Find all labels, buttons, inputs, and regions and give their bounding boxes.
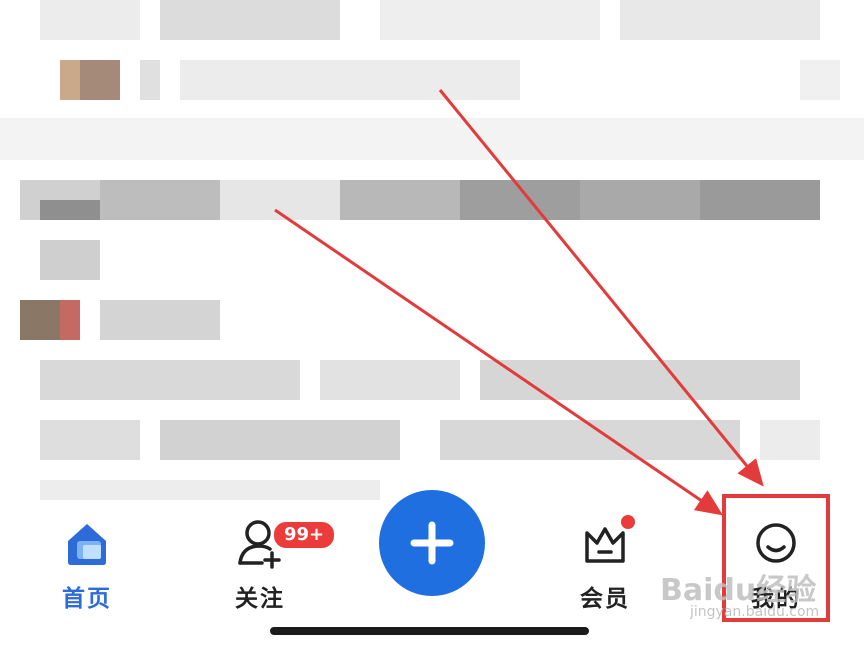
blurred-text (760, 420, 820, 460)
vip-notification-dot (619, 513, 637, 531)
blurred-text (320, 360, 460, 400)
blurred-text (700, 180, 820, 220)
baidu-watermark-url: jingyan.baidu.com (690, 604, 820, 620)
blurred-text (160, 420, 400, 460)
blurred-feed-2 (0, 0, 864, 510)
blurred-text (40, 200, 100, 220)
app-screen: 首页 关注 99+ 会员 我的 Baidu经验 jingyan.baidu.co… (0, 0, 864, 646)
tab-home-label: 首页 (62, 586, 112, 612)
blurred-text (460, 180, 580, 220)
tab-vip[interactable]: 会员 (545, 515, 665, 625)
blurred-text (580, 180, 700, 220)
tab-vip-label: 会员 (580, 586, 630, 612)
blurred-text (100, 180, 220, 220)
blurred-avatar (20, 300, 60, 340)
blurred-avatar (60, 300, 80, 340)
tab-home[interactable]: 首页 (27, 515, 147, 625)
follow-count-badge: 99+ (272, 520, 337, 550)
home-icon (59, 515, 115, 571)
blurred-text (480, 360, 800, 400)
tab-follow-label: 关注 (235, 586, 285, 612)
blurred-text (40, 240, 100, 280)
home-indicator[interactable] (270, 627, 589, 635)
baidu-watermark: Baidu经验 (660, 573, 817, 608)
blurred-text (440, 420, 740, 460)
plus-icon (410, 521, 454, 565)
blurred-text (40, 420, 140, 460)
blurred-text (340, 180, 460, 220)
blurred-text (100, 300, 220, 340)
blurred-text (40, 360, 300, 400)
create-post-button[interactable] (379, 490, 485, 596)
blurred-text (220, 180, 340, 220)
